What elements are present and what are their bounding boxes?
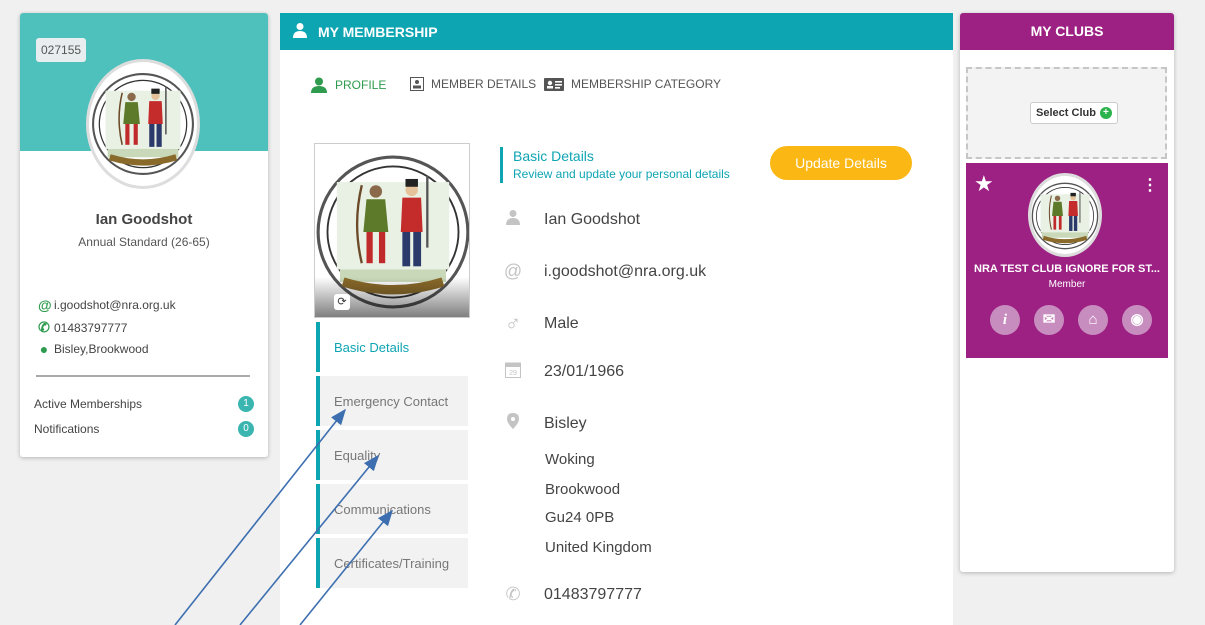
side-menu-basic-details[interactable]: Basic Details — [316, 322, 468, 372]
side-menu-label: Emergency Contact — [334, 393, 449, 409]
field-phone: ✆ 01483797777 — [500, 584, 642, 605]
at-icon: @ — [38, 297, 52, 313]
side-menu-label: Equality — [334, 447, 381, 463]
calendar-icon: 29 — [500, 361, 526, 383]
membership-panel: MY MEMBERSHIP PROFILE MEMBER DETAILS MEM… — [280, 13, 953, 625]
map-pin-icon — [500, 413, 526, 434]
side-menu-emergency-contact[interactable]: Emergency Contact — [316, 376, 468, 426]
tab-profile-label: PROFILE — [335, 78, 387, 92]
select-club-area: Select Club + — [966, 67, 1167, 159]
club-name: NRA TEST CLUB IGNORE FOR ST... — [974, 263, 1160, 275]
home-icon[interactable]: ⌂ — [1078, 305, 1108, 335]
side-menu-equality[interactable]: Equality — [316, 430, 468, 480]
field-email: @ i.goodshot@nra.org.uk — [500, 261, 706, 282]
address-line-1: Bisley — [544, 414, 587, 432]
svg-text:29: 29 — [509, 370, 517, 377]
star-icon[interactable]: ★ — [974, 171, 994, 197]
section-title: Basic Details — [513, 148, 594, 164]
field-gender-value: Male — [544, 315, 579, 332]
profile-phone-row: ✆ 01483797777 — [38, 319, 127, 336]
member-number: 027155 — [36, 38, 87, 62]
more-options-icon[interactable]: ⋮ — [1142, 175, 1158, 195]
tab-membership-category[interactable]: MEMBERSHIP CATEGORY — [544, 77, 721, 91]
field-email-value: i.goodshot@nra.org.uk — [544, 262, 707, 280]
clubs-panel: MY CLUBS Select Club + ★ ⋮ NRA TEST CLUB… — [960, 13, 1174, 572]
address-line-4: Gu24 0PB — [545, 509, 615, 526]
profile-avatar[interactable] — [86, 59, 200, 189]
clubs-title: MY CLUBS — [960, 13, 1174, 50]
plus-icon: + — [1099, 107, 1112, 119]
profile-category: Annual Standard (26-65) — [78, 235, 210, 249]
select-club-label: Select Club — [1036, 107, 1096, 119]
change-photo-icon[interactable]: ⟳ — [334, 294, 350, 310]
side-menu-label: Certificates/Training — [334, 555, 450, 571]
club-role: Member — [1048, 279, 1086, 290]
section-accent-bar — [500, 147, 503, 183]
section-subtitle: Review and update your personal details — [513, 167, 730, 181]
field-gender: ♂ Male — [500, 311, 579, 337]
notifications-row[interactable]: Notifications 0 — [34, 421, 254, 437]
profile-name: Ian Goodshot — [95, 211, 193, 228]
address-line-3: Brookwood — [545, 481, 621, 498]
profile-location-row: ● Bisley,Brookwood — [38, 341, 149, 357]
field-name-value: Ian Goodshot — [544, 210, 641, 228]
profile-location: Bisley,Brookwood — [54, 342, 149, 356]
divider — [36, 375, 250, 377]
profile-photo[interactable] — [314, 143, 470, 318]
address-line-2: Woking — [545, 451, 595, 468]
side-menu-label: Communications — [334, 501, 431, 517]
side-menu-label: Basic Details — [334, 339, 410, 355]
profile-email: i.goodshot@nra.org.uk — [54, 298, 176, 312]
update-details-button[interactable]: Update Details — [770, 146, 912, 180]
side-menu-communications[interactable]: Communications — [316, 484, 468, 534]
tab-member-details[interactable]: MEMBER DETAILS — [410, 77, 536, 91]
field-name: Ian Goodshot — [500, 209, 640, 230]
select-club-button[interactable]: Select Club + — [1030, 102, 1118, 124]
map-pin-icon: ● — [39, 341, 49, 357]
tab-profile[interactable]: PROFILE — [310, 77, 386, 93]
tab-member-details-label: MEMBER DETAILS — [431, 77, 537, 91]
membership-title: MY MEMBERSHIP — [318, 23, 438, 40]
tab-membership-category-label: MEMBERSHIP CATEGORY — [571, 77, 722, 91]
user-icon — [500, 209, 526, 230]
field-dob-value: 23/01/1966 — [544, 363, 625, 380]
active-memberships-row[interactable]: Active Memberships 1 — [34, 396, 254, 412]
club-logo — [1028, 173, 1102, 257]
side-menu-certificates-training[interactable]: Certificates/Training — [316, 538, 468, 588]
mail-icon[interactable]: ✉ — [1034, 305, 1064, 335]
club-card[interactable]: ★ ⋮ NRA TEST CLUB IGNORE FOR ST... Membe… — [966, 163, 1168, 358]
phone-icon: ✆ — [38, 319, 50, 335]
id-card-icon — [410, 77, 424, 91]
field-phone-value: 01483797777 — [544, 585, 642, 603]
membership-header: MY MEMBERSHIP — [280, 13, 953, 50]
club-crest-image — [1031, 176, 1099, 254]
notifications-label: Notifications — [34, 422, 100, 436]
info-icon[interactable]: i — [990, 305, 1020, 335]
at-icon: @ — [503, 261, 523, 281]
field-address: Bisley — [500, 413, 587, 434]
profile-phone: 01483797777 — [54, 320, 128, 335]
location-user-icon[interactable]: ◉ — [1122, 305, 1152, 335]
notifications-badge: 0 — [238, 421, 254, 437]
club-crest-image — [89, 62, 197, 186]
address-line-5: United Kingdom — [545, 539, 652, 556]
user-icon — [292, 22, 308, 41]
profile-card: 027155 Ian Goodshot Annual Standard (26-… — [20, 13, 268, 457]
user-icon — [311, 77, 327, 93]
phone-icon: ✆ — [505, 584, 521, 604]
active-memberships-label: Active Memberships — [34, 397, 143, 411]
profile-email-row: @ i.goodshot@nra.org.uk — [38, 297, 176, 313]
active-memberships-badge: 1 — [238, 396, 254, 412]
field-dob: 29 23/01/1966 — [500, 361, 624, 383]
male-icon: ♂ — [504, 311, 522, 336]
address-card-icon — [544, 77, 564, 91]
